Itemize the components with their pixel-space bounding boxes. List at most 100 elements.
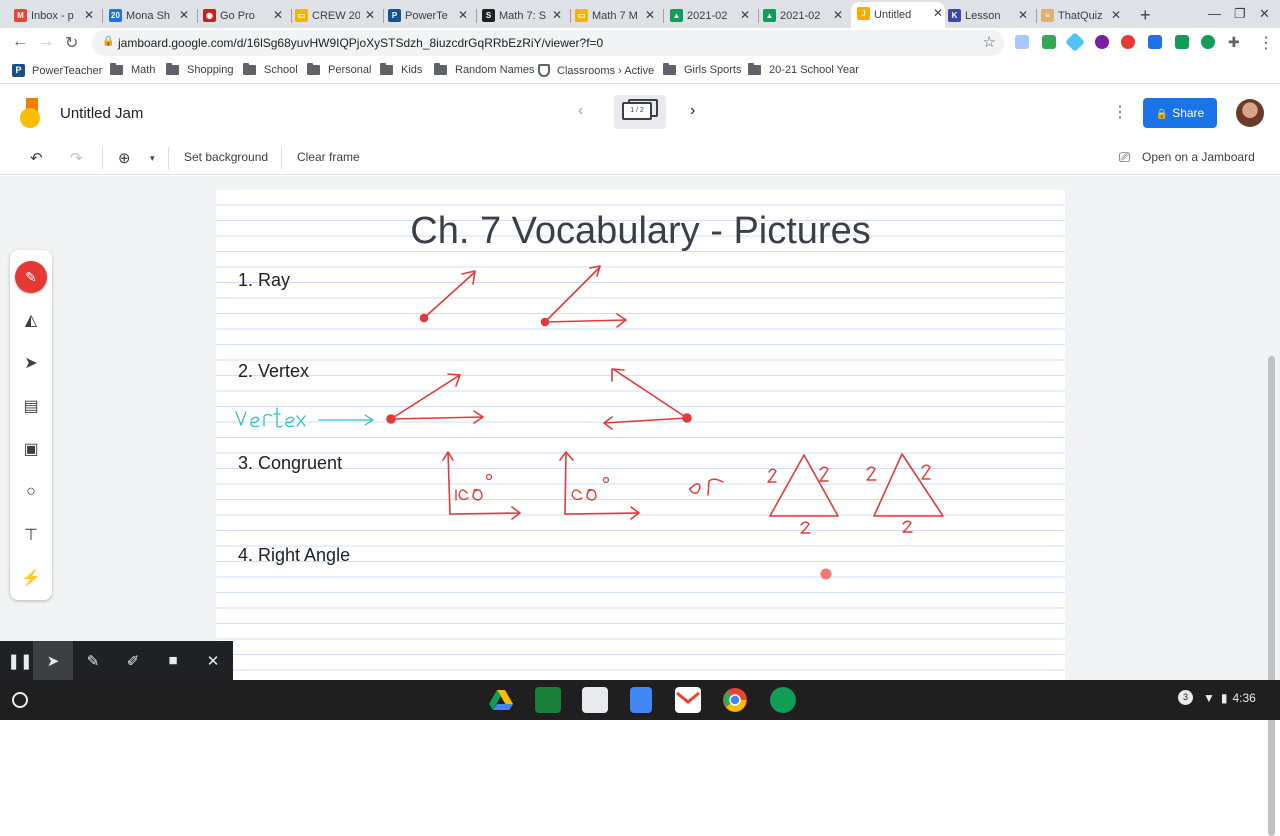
bookmark-item[interactable]: P PowerTeacher xyxy=(12,64,102,77)
shape-tool[interactable]: ○ xyxy=(10,474,52,510)
set-background-button[interactable]: Set background xyxy=(184,150,268,164)
reload-icon[interactable]: ↻ xyxy=(65,33,78,53)
google-drive-icon[interactable] xyxy=(488,687,514,713)
extension-icon[interactable] xyxy=(1121,35,1135,49)
bookmark-item[interactable]: 20-21 School Year xyxy=(748,63,859,76)
extension-icon[interactable] xyxy=(1042,35,1056,49)
bookmark-item[interactable]: Personal xyxy=(307,63,371,76)
tab-close-icon[interactable]: ✕ xyxy=(738,8,752,22)
camera-icon[interactable]: ■ xyxy=(153,641,193,680)
tab-title: Mona Sh xyxy=(126,10,171,22)
laser-tool[interactable]: ⚡ xyxy=(10,560,52,596)
zoom-icon[interactable]: ⊕ xyxy=(118,149,131,167)
zoom-dropdown-icon[interactable]: ▾ xyxy=(150,153,155,164)
previous-frame-icon[interactable]: ‹ xyxy=(578,102,583,120)
tab-close-icon[interactable]: ✕ xyxy=(831,8,845,22)
tab-close-icon[interactable]: ✕ xyxy=(1109,8,1123,22)
tab-favicon-icon: M xyxy=(14,9,27,22)
screencast-app-icon[interactable] xyxy=(582,687,608,713)
browser-tab[interactable]: P PowerTe ✕ xyxy=(388,4,470,28)
text-box-tool[interactable]: ⊤ xyxy=(10,517,52,553)
browser-tab[interactable]: J Untitled ✕ xyxy=(851,2,945,28)
eraser-tool[interactable]: ◭ xyxy=(10,302,52,338)
cursor-mode-icon[interactable]: ➤ xyxy=(33,641,73,680)
google-classroom-icon[interactable] xyxy=(535,687,561,713)
tab-title: 2021-02 xyxy=(780,10,821,22)
browser-tab[interactable]: K Lesson ✕ xyxy=(948,4,1030,28)
forward-icon[interactable]: → xyxy=(38,33,54,51)
launcher-icon[interactable] xyxy=(12,692,28,708)
tab-favicon-icon: J xyxy=(857,7,870,20)
bookmark-item[interactable]: Classrooms › Active xyxy=(538,64,654,77)
redo-icon[interactable]: ↷ xyxy=(70,149,83,167)
vertical-scrollbar[interactable] xyxy=(1268,356,1275,836)
bookmark-item[interactable]: Math xyxy=(110,63,155,76)
address-bar[interactable]: 🔒 jamboard.google.com/d/16lSg68yuvHW9IQP… xyxy=(92,30,1004,56)
bookmark-item[interactable]: Random Names xyxy=(434,63,534,76)
tab-close-icon[interactable]: ✕ xyxy=(82,8,96,22)
extension-icon[interactable] xyxy=(1175,35,1189,49)
google-docs-icon[interactable] xyxy=(630,687,652,713)
avatar[interactable] xyxy=(1236,99,1264,127)
add-image-tool[interactable]: ▣ xyxy=(10,431,52,467)
frame-bar-toggle[interactable]: 1 / 2 xyxy=(614,95,666,129)
restore-icon[interactable]: ❐ xyxy=(1234,6,1246,22)
extension-icon[interactable] xyxy=(1148,35,1162,49)
browser-tab[interactable]: ▭ Math 7 M ✕ xyxy=(575,4,657,28)
share-button[interactable]: 🔒 Share xyxy=(1143,98,1217,128)
sticky-note-tool[interactable]: ▤ xyxy=(10,388,52,424)
select-tool[interactable]: ➤ xyxy=(10,345,52,381)
bookmark-star-icon[interactable]: ☆ xyxy=(983,33,996,51)
sticky-note-icon: ▤ xyxy=(23,398,39,415)
jam-title[interactable]: Untitled Jam xyxy=(60,105,143,122)
gmail-icon[interactable] xyxy=(675,687,701,713)
back-icon[interactable]: ← xyxy=(12,33,28,51)
browser-tab[interactable]: ▲ 2021-02 ✕ xyxy=(670,4,752,28)
tab-close-icon[interactable]: ✕ xyxy=(271,8,285,22)
browser-tab[interactable]: ◉ Go Pro ✕ xyxy=(203,4,285,28)
undo-icon[interactable]: ↶ xyxy=(30,149,43,167)
tab-close-icon[interactable]: ✕ xyxy=(643,8,657,22)
hangouts-icon[interactable] xyxy=(770,687,796,713)
extension-icon[interactable] xyxy=(1095,35,1109,49)
highlighter-icon[interactable]: ✐ xyxy=(113,641,153,680)
browser-tab[interactable]: M Inbox - p ✕ xyxy=(14,4,96,28)
pen-tool[interactable]: ✎ xyxy=(10,259,52,295)
tab-close-icon[interactable]: ✕ xyxy=(1016,8,1030,22)
tab-close-icon[interactable]: ✕ xyxy=(456,8,470,22)
url-text[interactable]: jamboard.google.com/d/16lSg68yuvHW9IQPjo… xyxy=(118,36,603,50)
browser-tab[interactable]: S Math 7: S ✕ xyxy=(482,4,564,28)
open-on-jamboard-button[interactable]: Open on a Jamboard xyxy=(1142,150,1255,164)
tab-close-icon[interactable]: ✕ xyxy=(177,8,191,22)
tab-close-icon[interactable]: ✕ xyxy=(363,8,377,22)
cast-screen-icon[interactable]: ⎚ xyxy=(1119,149,1130,166)
bookmark-item[interactable]: Kids xyxy=(380,63,422,76)
pen-icon[interactable]: ✎ xyxy=(73,641,113,680)
bookmark-item[interactable]: Girls Sports xyxy=(663,63,741,76)
browser-tab[interactable]: ▭ CREW 20 ✕ xyxy=(295,4,377,28)
more-options-icon[interactable]: ⋮ xyxy=(1112,102,1128,122)
jam-frame[interactable]: Ch. 7 Vocabulary - Pictures 1. Ray 2. Ve… xyxy=(216,190,1065,680)
extension-icon[interactable] xyxy=(1201,35,1215,49)
new-tab-button[interactable]: + xyxy=(1140,5,1151,26)
extension-icon[interactable] xyxy=(1065,32,1085,52)
system-tray[interactable]: 3 ▼ ▮ 4:36 xyxy=(1178,690,1256,705)
browser-tab[interactable]: ▲ 2021-02 ✕ xyxy=(763,4,845,28)
clear-frame-button[interactable]: Clear frame xyxy=(297,150,360,164)
browser-tab[interactable]: ≡ ThatQuiz ✕ xyxy=(1041,4,1123,28)
close-icon[interactable]: ✕ xyxy=(193,641,233,680)
tab-favicon-icon: ▭ xyxy=(295,9,308,22)
minimize-icon[interactable]: — xyxy=(1208,6,1221,21)
next-frame-icon[interactable]: › xyxy=(690,102,695,120)
bookmark-item[interactable]: School xyxy=(243,63,298,76)
extension-icon[interactable] xyxy=(1015,35,1029,49)
browser-menu-icon[interactable]: ⋮ xyxy=(1258,33,1274,53)
chrome-icon[interactable] xyxy=(722,687,748,713)
tab-close-icon[interactable]: ✕ xyxy=(550,8,564,22)
browser-tab[interactable]: 20 Mona Sh ✕ xyxy=(109,4,191,28)
extensions-puzzle-icon[interactable]: ✚ xyxy=(1228,34,1240,51)
bookmark-item[interactable]: Shopping xyxy=(166,63,234,76)
close-window-icon[interactable]: ✕ xyxy=(1259,6,1270,22)
tab-close-icon[interactable]: ✕ xyxy=(931,6,945,20)
jamboard-header: Untitled Jam ‹ 1 / 2 › ⋮ 🔒 Share xyxy=(0,85,1280,141)
